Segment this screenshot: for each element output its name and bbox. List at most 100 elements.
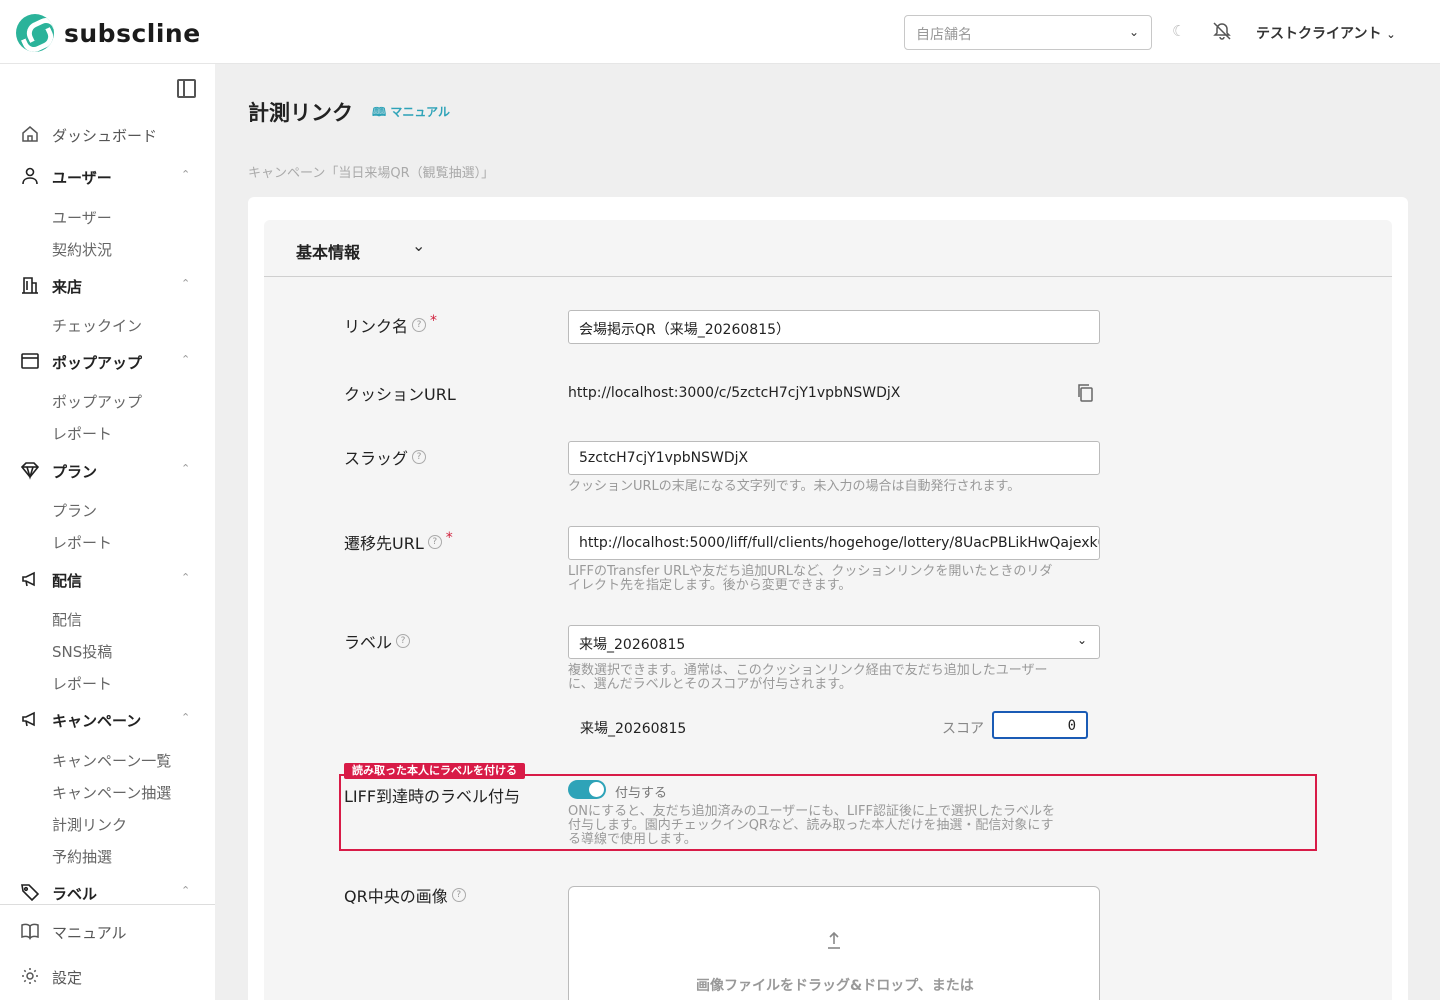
help-icon[interactable]: ? — [412, 318, 427, 332]
sidebar-footer: マニュアル 設定 — [0, 904, 215, 1000]
field-label-text: スラッグ — [344, 449, 409, 468]
help-icon[interactable]: ? — [427, 535, 442, 549]
chevron-up-icon: ⌃ — [181, 571, 191, 584]
megaphone-icon — [22, 711, 35, 727]
redirect-url-label: 遷移先URL ? * — [344, 530, 453, 554]
home-icon — [22, 126, 38, 142]
upload-icon — [828, 931, 840, 949]
sidebar-group-campaign[interactable]: キャンペーン ⌃ — [0, 704, 215, 736]
slug-label: スラッグ ? — [344, 445, 427, 469]
help-icon[interactable]: ? — [412, 450, 427, 464]
sidebar-collapse-icon[interactable] — [177, 79, 196, 98]
chevron-up-icon: ⌃ — [181, 353, 191, 366]
chevron-down-icon: ⌄ — [412, 236, 426, 255]
breadcrumb[interactable]: キャンペーン「当日来場QR（観覧抽選）」 — [248, 162, 494, 181]
sidebar-subitem-tracking-link[interactable]: 計測リンク — [52, 814, 127, 835]
book-icon: 🕮 — [372, 105, 387, 119]
dropzone-text: 画像ファイルをドラッグ&ドロップ、または — [696, 978, 974, 994]
sidebar-subitem-plan[interactable]: プラン — [52, 500, 97, 521]
sidebar-item-dashboard[interactable]: ダッシュボード — [0, 119, 215, 151]
logo-icon — [16, 14, 54, 52]
sidebar-group-delivery[interactable]: 配信 ⌃ — [0, 564, 215, 596]
sidebar-item-manual[interactable]: マニュアル — [0, 916, 215, 948]
field-label-text: リンク名 — [344, 317, 409, 336]
sidebar-subitem-users[interactable]: ユーザー — [52, 207, 112, 228]
sidebar-group-label: 来店 — [52, 278, 83, 296]
client-menu[interactable]: テストクライアント ⌄ — [1256, 23, 1396, 43]
redirect-url-hint: LIFFのTransfer URLや友だち追加URLなど、クッションリンクを開い… — [568, 565, 1052, 593]
label-select[interactable]: 来場_20260815 ⌄ — [568, 625, 1100, 659]
hint-line: 複数選択できます。通常は、このクッションリンク経由で友だち追加したユーザー — [568, 663, 1048, 678]
bell-off-icon[interactable] — [1212, 21, 1232, 41]
sidebar-group-label: ラベル — [52, 885, 98, 903]
brand-logo[interactable]: subscline — [16, 14, 201, 52]
tag-icon — [21, 884, 40, 902]
label-field-label: ラベル ? — [344, 629, 411, 653]
liff-label-toggle[interactable] — [568, 780, 606, 799]
brand-name: subscline — [64, 18, 201, 48]
link-name-label: リンク名 ? * — [344, 313, 437, 337]
sidebar-group-label: ユーザー — [52, 169, 112, 187]
sidebar-subitem-delivery[interactable]: 配信 — [52, 609, 82, 630]
section-header[interactable]: 基本情報 ⌄ — [264, 220, 1392, 277]
cushion-url-value: http://localhost:3000/c/5zctcH7cjY1vpbNS… — [568, 385, 901, 401]
required-mark: * — [445, 530, 453, 546]
field-label-text: ラベル — [344, 633, 393, 652]
sidebar-subitem-popup-report[interactable]: レポート — [52, 423, 112, 444]
sidebar-group-users[interactable]: ユーザー ⌃ — [0, 161, 215, 193]
sidebar-subitem-campaign-lottery[interactable]: キャンペーン抽選 — [52, 782, 171, 803]
slug-hint: クッションURLの末尾になる文字列です。未入力の場合は自動発行されます。 — [568, 479, 1021, 494]
score-input[interactable]: 0 — [992, 711, 1088, 739]
sidebar-subitem-sns[interactable]: SNS投稿 — [52, 641, 112, 662]
sidebar-subitem-delivery-report[interactable]: レポート — [52, 673, 112, 694]
toggle-label: 付与する — [615, 786, 668, 801]
sidebar-group-plan[interactable]: プラン ⌃ — [0, 455, 215, 487]
field-label-text: LIFF到達時のラベル付与 — [344, 787, 521, 806]
liff-label-field-label: LIFF到達時のラベル付与 — [344, 783, 520, 807]
store-select[interactable]: 自店舗名 ⌄ — [904, 15, 1152, 50]
highlight-badge: 読み取った本人にラベルを付ける — [344, 763, 525, 779]
link-name-input[interactable]: 会場掲示QR（来場_20260815） — [568, 310, 1100, 344]
chevron-up-icon: ⌃ — [181, 168, 191, 181]
client-name: テストクライアント — [1256, 26, 1382, 42]
gear-icon — [22, 968, 38, 984]
liff-label-hint: ONにすると、友だち追加済みのユーザーにも、LIFF認証後に上で選択したラベルを… — [568, 805, 1055, 847]
label-select-value: 来場_20260815 — [579, 637, 686, 653]
book-icon — [21, 923, 39, 940]
chevron-down-icon: ⌄ — [1386, 28, 1396, 41]
sidebar-subitem-checkin[interactable]: チェックイン — [52, 315, 142, 336]
moon-icon[interactable]: ☾ — [1172, 22, 1185, 40]
copy-icon[interactable] — [1076, 383, 1094, 403]
sidebar-group-visit[interactable]: 来店 ⌃ — [0, 270, 215, 302]
hint-line: LIFFのTransfer URLや友だち追加URLなど、クッションリンクを開い… — [568, 564, 1053, 579]
app-header: subscline 自店舗名 ⌄ ☾ テストクライアント ⌄ — [0, 0, 1440, 64]
hint-line: ONにすると、友だち追加済みのユーザーにも、LIFF認証後に上で選択したラベルを — [568, 804, 1055, 819]
user-icon — [22, 167, 38, 185]
slug-input[interactable]: 5zctcH7cjY1vpbNSWDjX — [568, 441, 1100, 475]
help-icon[interactable]: ? — [451, 888, 466, 902]
manual-link-label: マニュアル — [390, 105, 450, 119]
chevron-up-icon: ⌃ — [181, 462, 191, 475]
manual-link[interactable]: 🕮 マニュアル — [372, 103, 450, 124]
sidebar-subitem-campaign-list[interactable]: キャンペーン一覧 — [52, 750, 171, 771]
chevron-down-icon: ⌄ — [1076, 633, 1087, 647]
sidebar-group-popup[interactable]: ポップアップ ⌃ — [0, 346, 215, 378]
redirect-url-input[interactable]: http://localhost:5000/liff/full/clients/… — [568, 526, 1100, 560]
chevron-down-icon: ⌄ — [1128, 25, 1139, 39]
building-icon — [22, 277, 38, 294]
section-title: 基本情報 — [296, 243, 361, 262]
sidebar-subitem-popup[interactable]: ポップアップ — [52, 391, 142, 412]
qr-image-label: QR中央の画像 ? — [344, 883, 466, 907]
sidebar-item-settings[interactable]: 設定 — [0, 961, 215, 993]
sidebar-subitem-contracts[interactable]: 契約状況 — [52, 239, 112, 260]
sidebar-subitem-plan-report[interactable]: レポート — [52, 532, 112, 553]
field-label-text: QR中央の画像 — [344, 887, 448, 906]
store-select-placeholder: 自店舗名 — [916, 27, 972, 43]
help-icon[interactable]: ? — [396, 634, 411, 648]
hint-line: 付与します。園内チェックインQRなど、読み取った本人だけを抽選・配信対象にす — [568, 818, 1054, 833]
window-icon — [21, 353, 39, 369]
sidebar-subitem-reservation-lottery[interactable]: 予約抽選 — [52, 846, 112, 867]
sidebar-group-label: ポップアップ — [52, 354, 143, 372]
field-label-text: 遷移先URL — [344, 534, 424, 553]
diamond-icon — [20, 462, 40, 480]
